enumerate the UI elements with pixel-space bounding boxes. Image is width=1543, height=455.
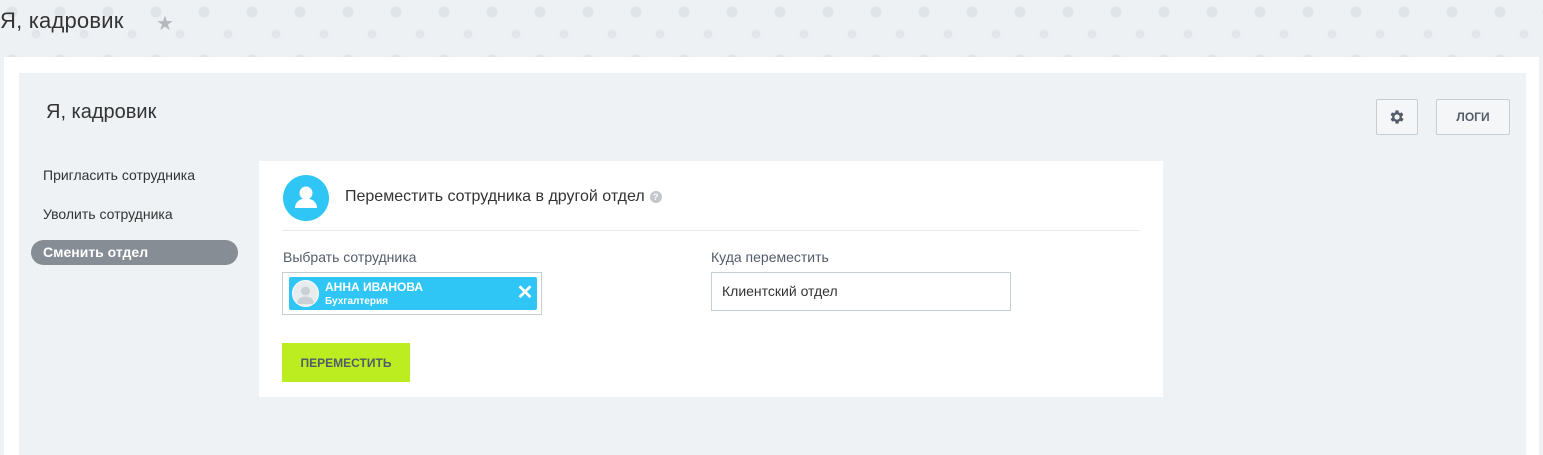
- sidebar-item-invite[interactable]: Пригласить сотрудника: [43, 167, 195, 183]
- panel-title: Я, кадровик: [46, 101, 157, 123]
- target-label: Куда переместить: [711, 249, 829, 265]
- help-icon[interactable]: ?: [649, 191, 662, 203]
- user-icon-circle: [283, 175, 329, 221]
- remove-employee-close-icon[interactable]: ✕: [516, 283, 534, 303]
- star-icon[interactable]: ★: [156, 11, 174, 36]
- sidebar-item-change-department[interactable]: Сменить отдел: [31, 240, 238, 265]
- avatar: [292, 280, 319, 307]
- employee-department: Бухгалтерия: [325, 296, 388, 307]
- form-title-text: Переместить сотрудника в другой отдел: [345, 188, 645, 205]
- settings-button[interactable]: [1376, 99, 1418, 135]
- page-title: Я, кадровик: [0, 8, 124, 33]
- logs-button[interactable]: ЛОГИ: [1436, 99, 1510, 135]
- move-button[interactable]: ПЕРЕМЕСТИТЬ: [282, 343, 410, 382]
- form-title: Переместить сотрудника в другой отдел?: [345, 188, 662, 206]
- sidebar-item-dismiss[interactable]: Уволить сотрудника: [43, 206, 173, 222]
- employee-label: Выбрать сотрудника: [283, 249, 417, 265]
- avatar-icon: [297, 286, 314, 304]
- top-header: [0, 0, 1543, 57]
- gear-icon: [1390, 110, 1404, 124]
- employee-name: АННА ИВАНОВА: [325, 280, 424, 294]
- divider: [283, 230, 1140, 231]
- user-icon: [295, 186, 317, 208]
- target-department-field[interactable]: Клиентский отдел: [711, 272, 1011, 311]
